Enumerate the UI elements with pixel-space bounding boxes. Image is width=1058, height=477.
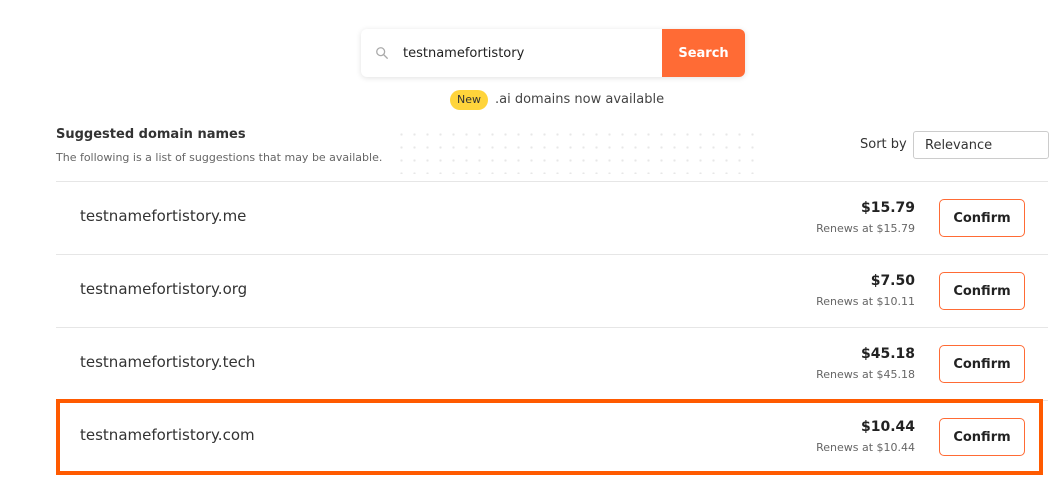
search-button[interactable]: Search: [662, 29, 745, 77]
renewal-price: Renews at $10.44: [816, 441, 915, 454]
domain-name: testnamefortistory.com: [80, 426, 255, 444]
domain-row: testnamefortistory.me $15.79 Renews at $…: [56, 181, 1048, 254]
renewal-price: Renews at $10.11: [816, 295, 915, 308]
search-field[interactable]: [361, 29, 662, 77]
search-icon: [376, 47, 388, 59]
sort-label: Sort by: [860, 137, 907, 152]
renewal-price: Renews at $45.18: [816, 368, 915, 381]
search-input[interactable]: [403, 45, 653, 61]
domain-price: $15.79: [860, 200, 915, 216]
domain-price: $45.18: [860, 346, 915, 362]
promo-text: .ai domains now available: [495, 92, 665, 107]
renewal-price: Renews at $15.79: [816, 222, 915, 235]
domain-row: testnamefortistory.org $7.50 Renews at $…: [56, 254, 1048, 327]
domain-row: testnamefortistory.tech $45.18 Renews at…: [56, 327, 1048, 400]
domain-name: testnamefortistory.tech: [80, 353, 256, 371]
confirm-button[interactable]: Confirm: [939, 345, 1025, 383]
domain-price: $10.44: [860, 419, 915, 435]
confirm-button[interactable]: Confirm: [939, 418, 1025, 456]
confirm-button[interactable]: Confirm: [939, 199, 1025, 237]
results-heading: Suggested domain names: [56, 127, 246, 142]
confirm-button[interactable]: Confirm: [939, 272, 1025, 310]
results-subheading: The following is a list of suggestions t…: [56, 151, 383, 164]
search-bar: Search: [361, 29, 745, 77]
domain-price: $7.50: [870, 273, 915, 289]
domain-name: testnamefortistory.org: [80, 280, 248, 298]
domain-name: testnamefortistory.me: [80, 207, 247, 225]
sort-select[interactable]: Relevance: [913, 131, 1049, 159]
decorative-dot-pattern: [395, 128, 755, 174]
promo-banner: New .ai domains now available: [450, 89, 664, 110]
new-badge: New: [450, 89, 488, 110]
domain-row: testnamefortistory.com $10.44 Renews at …: [56, 400, 1048, 473]
sort-select-value: Relevance: [925, 137, 993, 153]
